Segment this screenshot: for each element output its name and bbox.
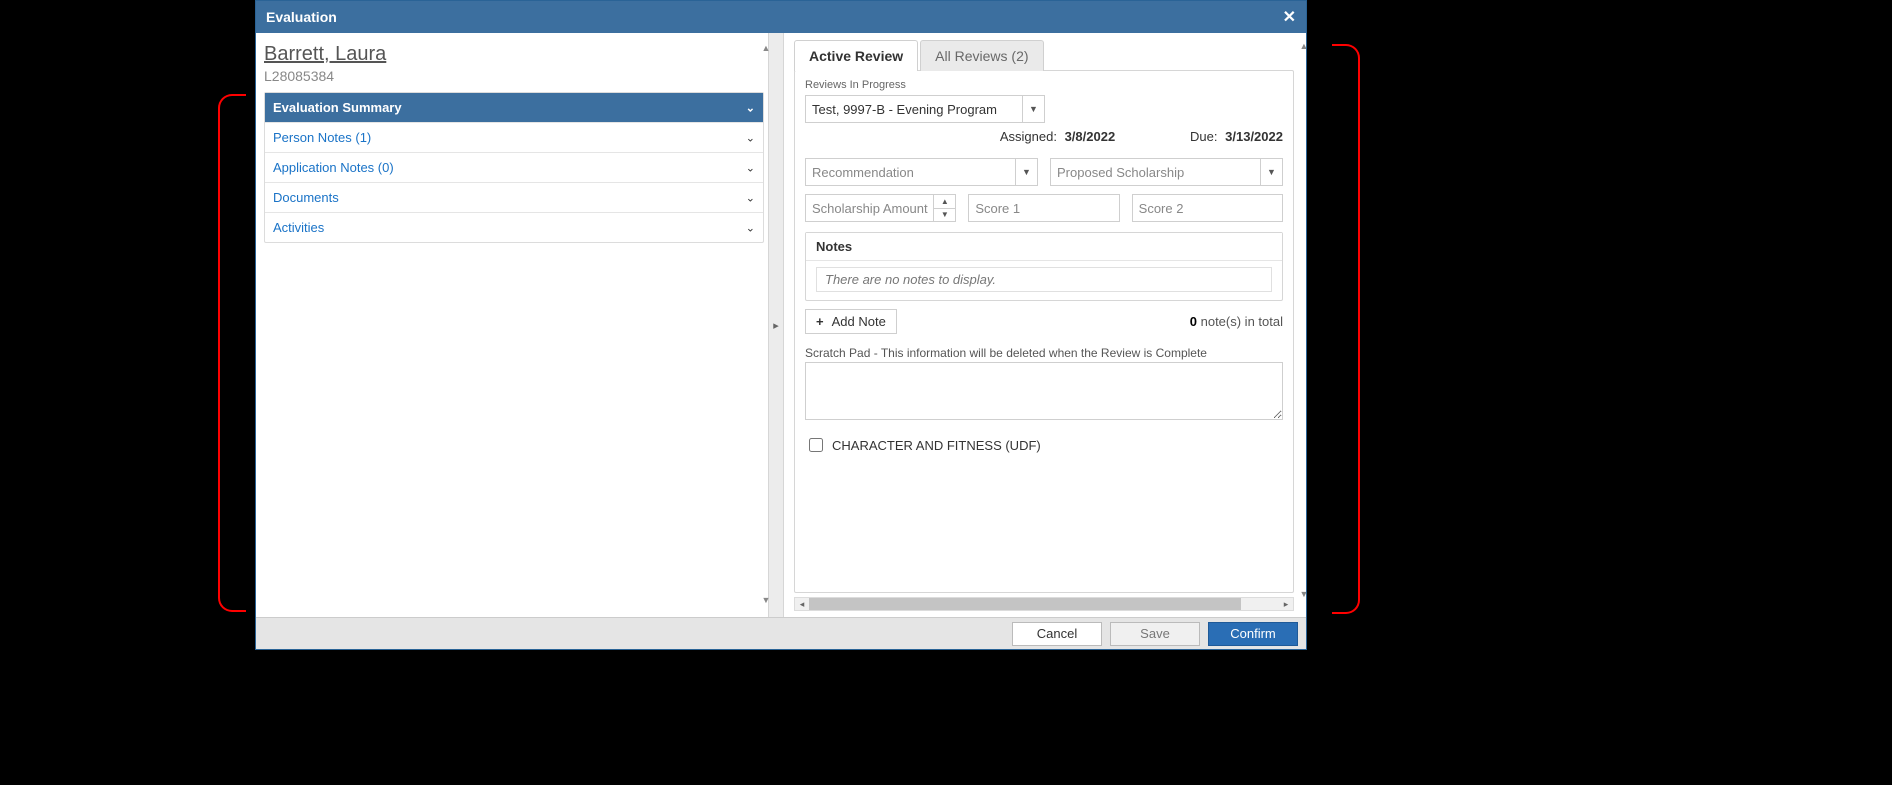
left-panel: Barrett, Laura L28085384 Evaluation Summ…: [256, 33, 768, 617]
modal-header: Evaluation ✕: [256, 1, 1306, 33]
scratch-pad-textarea[interactable]: [805, 362, 1283, 420]
scroll-up-icon[interactable]: ▲: [762, 43, 771, 53]
plus-icon: +: [816, 314, 824, 329]
acc-label: Documents: [273, 190, 339, 205]
placeholder: Score 1: [975, 201, 1020, 216]
character-fitness-label: CHARACTER AND FITNESS (UDF): [832, 438, 1041, 453]
close-icon[interactable]: ✕: [1283, 7, 1296, 27]
acc-label: Activities: [273, 220, 324, 235]
add-note-button[interactable]: + Add Note: [805, 309, 897, 334]
acc-label: Evaluation Summary: [273, 100, 402, 115]
notes-empty-message: There are no notes to display.: [816, 267, 1272, 292]
step-up-icon[interactable]: ▲: [934, 195, 955, 209]
assigned-label: Assigned:: [1000, 129, 1057, 144]
confirm-button[interactable]: Confirm: [1208, 622, 1298, 646]
modal-footer: Cancel Save Confirm: [256, 617, 1306, 649]
notes-total-suffix: note(s) in total: [1197, 314, 1283, 329]
scroll-up-icon[interactable]: ▲: [1300, 41, 1306, 51]
review-tabs: Active Review All Reviews (2): [794, 39, 1302, 70]
scholarship-amount-input[interactable]: Scholarship Amount ▲ ▼: [805, 194, 956, 222]
acc-activities[interactable]: Activities ⌄: [265, 213, 763, 242]
right-panel: Active Review All Reviews (2) Reviews In…: [784, 33, 1306, 617]
chevron-down-icon: ⌄: [746, 161, 755, 174]
cancel-button[interactable]: Cancel: [1012, 622, 1102, 646]
recommendation-select[interactable]: Recommendation ▼: [805, 158, 1038, 186]
acc-documents[interactable]: Documents ⌄: [265, 183, 763, 213]
due-label: Due:: [1190, 129, 1217, 144]
notes-section: Notes There are no notes to display.: [805, 232, 1283, 301]
horizontal-scrollbar[interactable]: ◂ ▸: [794, 597, 1294, 611]
scroll-right-icon[interactable]: ▸: [1279, 599, 1293, 610]
scratch-pad-label: Scratch Pad - This information will be d…: [805, 346, 1283, 360]
scrollbar-track[interactable]: [809, 598, 1279, 610]
add-note-label: Add Note: [832, 314, 886, 329]
placeholder: Recommendation: [812, 165, 914, 180]
placeholder: Score 2: [1139, 201, 1184, 216]
score2-input[interactable]: Score 2: [1132, 194, 1283, 222]
acc-application-notes[interactable]: Application Notes (0) ⌄: [265, 153, 763, 183]
assigned-block: Assigned: 3/8/2022: [1000, 129, 1115, 144]
chevron-down-icon: ▼: [1015, 159, 1037, 185]
chevron-down-icon: ▼: [1022, 96, 1044, 122]
panel-splitter[interactable]: ▸: [768, 33, 784, 617]
left-scrollbar[interactable]: ▲ ▼: [762, 43, 770, 605]
tab-all-reviews[interactable]: All Reviews (2): [920, 40, 1043, 71]
scroll-down-icon[interactable]: ▼: [762, 595, 771, 605]
placeholder: Scholarship Amount: [812, 201, 928, 216]
tab-active-review[interactable]: Active Review: [794, 40, 918, 71]
evaluation-accordion: Evaluation Summary ⌄ Person Notes (1) ⌄ …: [264, 92, 764, 243]
review-select-value: Test, 9997-B - Evening Program: [812, 102, 997, 117]
evaluation-modal: Evaluation ✕ Barrett, Laura L28085384 Ev…: [255, 0, 1307, 650]
person-name-link[interactable]: Barrett, Laura: [264, 43, 764, 66]
scroll-down-icon[interactable]: ▼: [1300, 589, 1306, 599]
person-id: L28085384: [264, 68, 764, 84]
active-review-content: Reviews In Progress Test, 9997-B - Eveni…: [794, 70, 1294, 593]
right-scrollbar[interactable]: ▲ ▼: [1300, 41, 1306, 599]
quantity-stepper[interactable]: ▲ ▼: [933, 195, 955, 221]
placeholder: Proposed Scholarship: [1057, 165, 1184, 180]
assigned-value: 3/8/2022: [1065, 129, 1116, 144]
chevron-down-icon: ⌄: [746, 131, 755, 144]
save-button[interactable]: Save: [1110, 622, 1200, 646]
notes-count: 0: [1190, 314, 1197, 329]
review-select[interactable]: Test, 9997-B - Evening Program ▼: [805, 95, 1045, 123]
acc-label: Person Notes (1): [273, 130, 371, 145]
acc-label: Application Notes (0): [273, 160, 394, 175]
modal-title: Evaluation: [266, 9, 337, 25]
character-fitness-checkbox[interactable]: [809, 438, 823, 452]
notes-total: 0 note(s) in total: [1190, 314, 1283, 329]
acc-person-notes[interactable]: Person Notes (1) ⌄: [265, 123, 763, 153]
score1-input[interactable]: Score 1: [968, 194, 1119, 222]
chevron-down-icon: ⌄: [746, 191, 755, 204]
due-value: 3/13/2022: [1225, 129, 1283, 144]
chevron-down-icon: ⌄: [746, 101, 755, 114]
caret-right-icon: ▸: [773, 319, 779, 332]
scrollbar-thumb[interactable]: [809, 598, 1241, 610]
scroll-left-icon[interactable]: ◂: [795, 599, 809, 610]
reviews-progress-label: Reviews In Progress: [805, 79, 1283, 91]
chevron-down-icon: ▼: [1260, 159, 1282, 185]
notes-header: Notes: [806, 233, 1282, 261]
due-block: Due: 3/13/2022: [1190, 129, 1283, 144]
acc-evaluation-summary[interactable]: Evaluation Summary ⌄: [265, 93, 763, 123]
annotation-bracket-right: [1332, 44, 1360, 614]
chevron-down-icon: ⌄: [746, 221, 755, 234]
annotation-bracket-left: [218, 94, 246, 612]
step-down-icon[interactable]: ▼: [934, 209, 955, 222]
proposed-scholarship-select[interactable]: Proposed Scholarship ▼: [1050, 158, 1283, 186]
